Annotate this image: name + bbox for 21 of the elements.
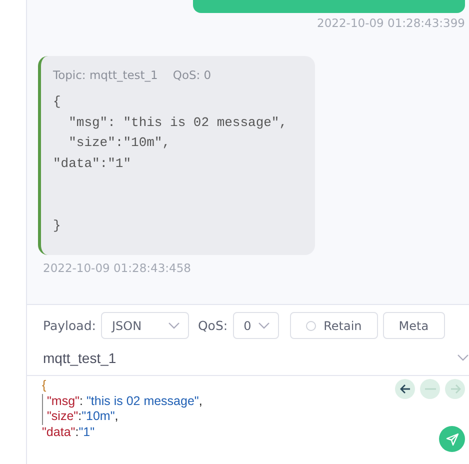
qos-label: QoS: xyxy=(198,318,228,333)
payload-label: Payload: xyxy=(43,318,96,333)
chevron-icon xyxy=(168,322,180,330)
back-arrow-icon xyxy=(400,384,410,394)
retain-toggle[interactable]: Retain xyxy=(290,312,378,339)
qos-select[interactable]: 0 xyxy=(232,312,279,339)
payload-format-select[interactable]: JSON xyxy=(100,312,189,339)
chevron-icon xyxy=(258,322,270,330)
topic-field[interactable]: mqtt_test_1 xyxy=(27,341,469,376)
message-topic: Topic: mqtt_test_1 xyxy=(53,68,158,82)
chevron-icon xyxy=(457,354,469,362)
message-qos: QoS: 0 xyxy=(172,68,212,82)
message-payload: { "msg": "this is 02 message", "size":"10m", "data":"1" } xyxy=(53,93,288,236)
message-time: 2022-10-09 01:28:43:458 xyxy=(43,260,192,275)
meta-button[interactable]: Meta xyxy=(382,312,445,339)
paper-plane-icon xyxy=(446,432,458,446)
history-button[interactable] xyxy=(395,379,415,399)
minus-icon xyxy=(424,388,436,390)
message-time: 2022-10-09 01:28:43:399 xyxy=(317,16,465,30)
forward-arrow-icon xyxy=(450,384,460,394)
send-button[interactable] xyxy=(439,426,465,452)
